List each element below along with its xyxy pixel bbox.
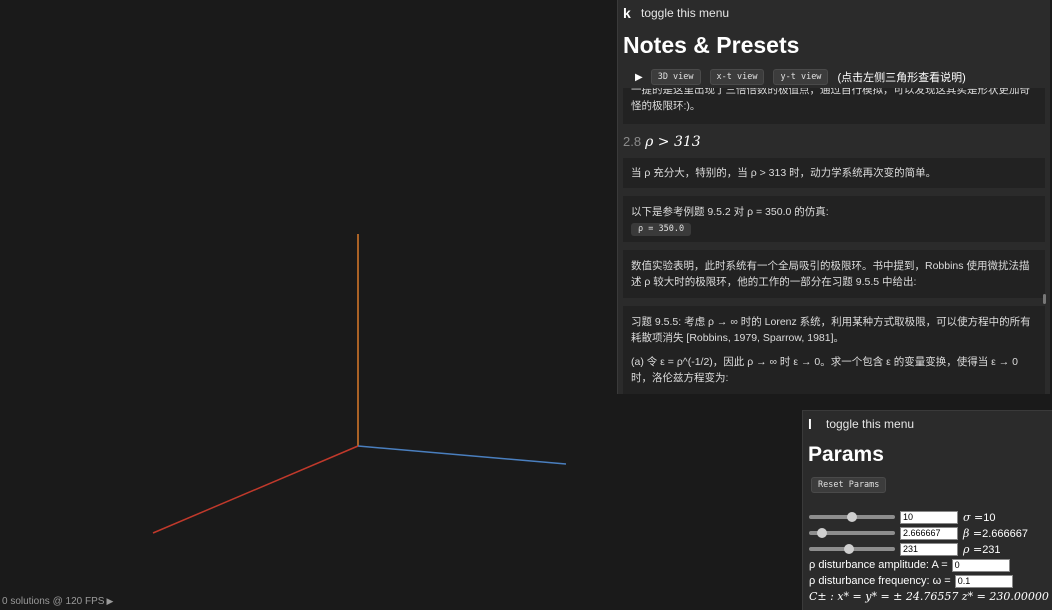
note-paragraph: 当 ρ 充分大，特别的，当 ρ > 313 时，动力学系统再次变的简单。	[623, 158, 1045, 188]
menu-toggle-label: toggle this menu	[826, 417, 915, 431]
status-text: 0 solutions @ 120 FPS	[2, 596, 105, 607]
amplitude-input[interactable]	[951, 558, 1010, 572]
section-heading: 2.8 ρ > 313	[623, 134, 1050, 150]
preset-block: 以下是参考例题 9.5.2 对 ρ = 350.0 的仿真: ρ = 350.0	[623, 196, 1045, 242]
note-paragraph: 一提的是这里出现了三倍倍数的极值点，通过自行模拟，可以发现这其实是形状更加奇怪的…	[623, 88, 1045, 124]
view-hint: (点击左侧三角形查看说明)	[837, 72, 966, 84]
notes-scroll-area[interactable]: 一提的是这里出现了三倍倍数的极值点，通过自行模拟，可以发现这其实是形状更加奇怪的…	[618, 88, 1050, 394]
amplitude-label: ρ disturbance amplitude: A =	[809, 559, 948, 571]
exercise-block: 习题 9.5.5: 考虑 ρ → ∞ 时的 Lorenz 系统，利用某种方式取极…	[623, 306, 1045, 394]
frequency-label: ρ disturbance frequency: ω =	[809, 575, 951, 587]
params-title: Params	[808, 443, 884, 466]
rho-label: ρ =231	[963, 542, 1001, 556]
exercise-part-a: (a) 令 ε = ρ^(-1/2)，因此 ρ → ∞ 时 ε → 0。求一个包…	[631, 356, 1018, 384]
beta-input[interactable]	[900, 526, 958, 540]
sigma-input[interactable]	[900, 510, 958, 524]
view-xt-button[interactable]: x-t view	[709, 69, 765, 85]
frequency-row: ρ disturbance frequency: ω =	[809, 573, 1052, 589]
view-bar: ▶ 3D view x-t view y-t view (点击左侧三角形查看说明…	[635, 69, 1050, 85]
preset-rho-350-button[interactable]: ρ = 350.0	[631, 223, 692, 236]
frequency-input[interactable]	[954, 574, 1013, 588]
notes-panel: k toggle this menu Notes & Presets ▶ 3D …	[617, 0, 1050, 394]
params-menu-toggle[interactable]: l toggle this menu	[803, 411, 1052, 437]
view-3d-button[interactable]: 3D view	[650, 69, 701, 85]
beta-slider[interactable]	[809, 528, 895, 538]
section-title: ρ > 313	[645, 134, 701, 150]
params-panel: l toggle this menu Params Reset Params σ…	[802, 410, 1052, 610]
rho-slider[interactable]	[809, 544, 895, 554]
view-yt-button[interactable]: y-t view	[773, 69, 829, 85]
fixed-points-readout: C± : x* = y* = ± 24.76557 z* = 230.00000	[809, 590, 1049, 603]
reset-params-button[interactable]: Reset Params	[811, 477, 887, 493]
menu-key: l	[808, 416, 812, 432]
slider-knob[interactable]	[847, 512, 857, 522]
menu-key: k	[623, 5, 631, 21]
notes-menu-toggle[interactable]: k toggle this menu	[618, 0, 1050, 26]
slider-knob[interactable]	[816, 528, 827, 538]
slider-knob[interactable]	[843, 544, 854, 554]
menu-toggle-label: toggle this menu	[641, 6, 730, 20]
y-axis-line	[357, 445, 567, 465]
notes-scrollbar[interactable]	[1043, 294, 1046, 304]
expand-triangle-icon[interactable]: ▶	[635, 72, 643, 83]
rho-input[interactable]	[900, 542, 958, 556]
sigma-label: σ =10	[963, 510, 996, 524]
preset-text: 以下是参考例题 9.5.2 对 ρ = 350.0 的仿真:	[631, 206, 829, 218]
note-paragraph: 数值实验表明，此时系统有一个全局吸引的极限环。书中提到，Robbins 使用微扰…	[623, 250, 1045, 298]
sigma-slider[interactable]	[809, 512, 895, 522]
amplitude-row: ρ disturbance amplitude: A =	[809, 557, 1052, 573]
rho-row: ρ =231	[809, 541, 1052, 557]
exercise-text: 习题 9.5.5: 考虑 ρ → ∞ 时的 Lorenz 系统，利用某种方式取极…	[631, 316, 1031, 344]
sigma-row: σ =10	[809, 509, 1052, 525]
play-icon[interactable]: ▶	[106, 596, 113, 606]
beta-label: β =2.666667	[963, 526, 1028, 540]
x-axis-line	[152, 445, 359, 534]
notes-title: Notes & Presets	[623, 32, 800, 58]
fps-status[interactable]: 0 solutions @ 120 FPS ▶	[2, 596, 113, 607]
section-number: 2.8	[623, 134, 642, 149]
beta-row: β =2.666667	[809, 525, 1052, 541]
